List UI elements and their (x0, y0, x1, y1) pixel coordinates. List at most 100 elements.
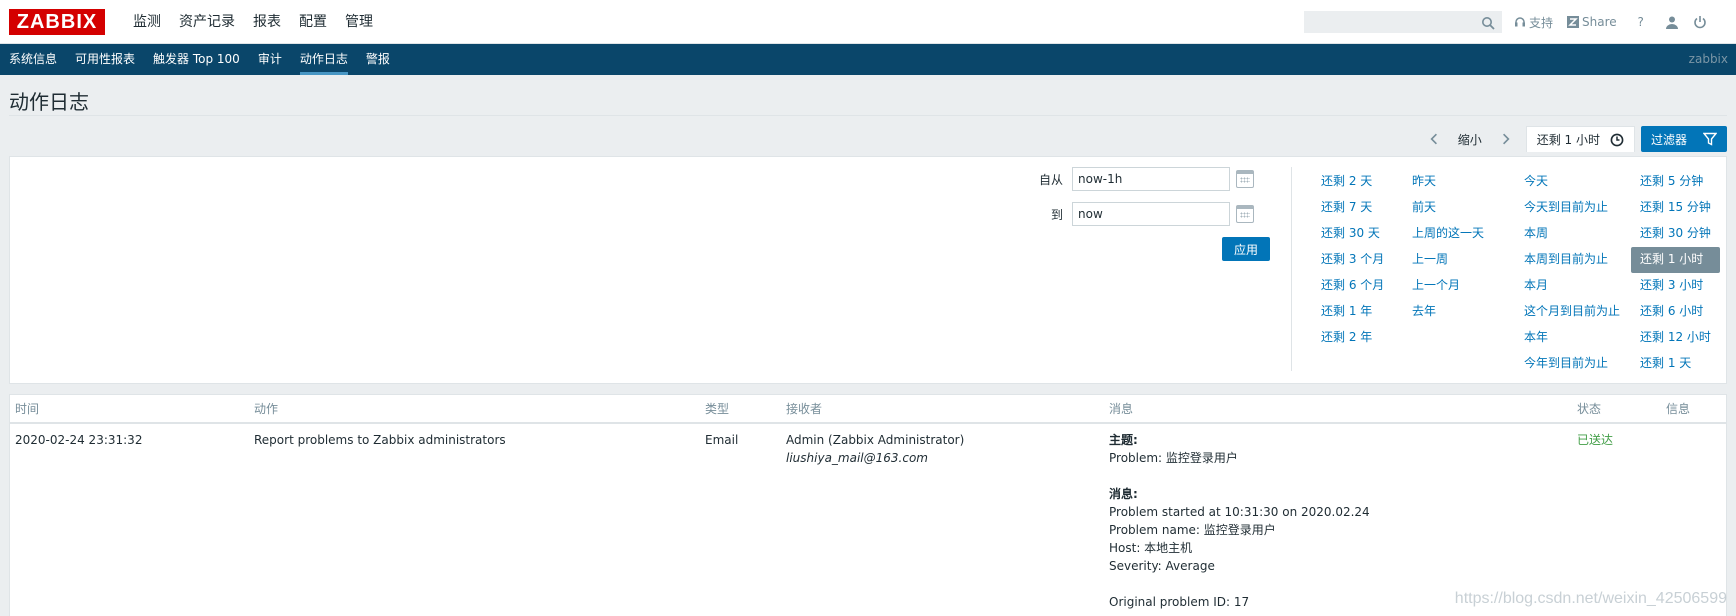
column-header-message: 消息 (1109, 402, 1134, 416)
filter-divider (1291, 167, 1292, 371)
quick-range-link[interactable]: 这个月到目前为止 (1515, 299, 1629, 325)
share-label: Share (1582, 15, 1617, 29)
quick-range-column-2: 昨天 前天 上周的这一天 上一周 上一个月 去年 (1403, 169, 1493, 325)
quick-range-link[interactable]: 还剩 3 个月 (1312, 247, 1393, 273)
search-icon[interactable] (1481, 16, 1495, 30)
zabbix-logo[interactable]: ZABBIX (9, 9, 105, 35)
quick-range-link[interactable]: 上一个月 (1403, 273, 1493, 299)
status-badge: 已送达 (1577, 433, 1614, 447)
quick-range-link[interactable]: 上一周 (1403, 247, 1493, 273)
column-header-action: 动作 (254, 402, 279, 416)
cell-type: Email (705, 433, 739, 447)
time-control: 缩小 还剩 1 小时 过滤器 (1420, 126, 1727, 152)
time-filter-panel: 自从 到 应用 还剩 2 天 还剩 7 天 还剩 30 天 还剩 3 个月 还剩… (9, 156, 1727, 384)
submenu-action-log[interactable]: 动作日志 (291, 44, 357, 75)
message-line: Problem started at 10:31:30 on 2020.02.2… (1109, 505, 1370, 519)
submenu-audit[interactable]: 审计 (249, 44, 291, 75)
quick-range-link[interactable]: 本年 (1515, 325, 1629, 351)
message-subject-label: 主题: (1109, 433, 1138, 447)
quick-range-link[interactable]: 还剩 1 年 (1312, 299, 1393, 325)
zoom-out-button[interactable]: 缩小 (1448, 126, 1492, 152)
submenu-system-info[interactable]: 系统信息 (0, 44, 66, 75)
time-back-button[interactable] (1420, 126, 1448, 152)
quick-range-link[interactable]: 还剩 6 小时 (1631, 299, 1720, 325)
quick-range-link[interactable]: 还剩 2 天 (1312, 169, 1393, 195)
sub-menu: 系统信息 可用性报表 触发器 Top 100 审计 动作日志 警报 (0, 44, 399, 75)
time-period-label: 还剩 1 小时 (1536, 133, 1600, 147)
from-row: 自从 (1023, 167, 1254, 191)
submenu-notifications[interactable]: 警报 (357, 44, 399, 75)
quick-range-link[interactable]: 还剩 30 天 (1312, 221, 1393, 247)
title-divider (9, 115, 1727, 116)
column-header-status: 状态 (1577, 402, 1602, 416)
support-link[interactable]: 支持 (1514, 14, 1553, 31)
help-button[interactable]: ? (1631, 15, 1651, 29)
quick-range-link[interactable]: 本月 (1515, 273, 1629, 299)
clock-icon (1610, 133, 1624, 146)
headset-icon (1515, 17, 1525, 27)
from-label: 自从 (1038, 172, 1063, 187)
cell-time: 2020-02-24 23:31:32 (15, 433, 143, 447)
table-header: 时间 动作 类型 接收者 消息 状态 信息 (10, 395, 1726, 424)
quick-range-link[interactable]: 还剩 3 小时 (1631, 273, 1720, 299)
top-header: ZABBIX 监测 资产记录 报表 配置 管理 支持 Share ? (0, 0, 1736, 44)
message-line: Host: 本地主机 (1109, 541, 1193, 555)
quick-range-link[interactable]: 还剩 1 天 (1631, 351, 1720, 377)
quick-range-link[interactable]: 昨天 (1403, 169, 1493, 195)
quick-range-link[interactable]: 本周 (1515, 221, 1629, 247)
quick-range-link[interactable]: 今天 (1515, 169, 1629, 195)
quick-range-link-selected[interactable]: 还剩 1 小时 (1631, 247, 1720, 273)
menu-inventory[interactable]: 资产记录 (170, 0, 244, 44)
quick-range-column-1: 还剩 2 天 还剩 7 天 还剩 30 天 还剩 3 个月 还剩 6 个月 还剩… (1312, 169, 1393, 351)
quick-range-link[interactable]: 前天 (1403, 195, 1493, 221)
column-header-info: 信息 (1666, 402, 1691, 416)
time-period-tab[interactable]: 还剩 1 小时 (1525, 126, 1635, 152)
menu-monitoring[interactable]: 监测 (124, 0, 170, 44)
column-header-time: 时间 (15, 402, 40, 416)
quick-range-link[interactable]: 还剩 2 年 (1312, 325, 1393, 351)
quick-range-link[interactable]: 今天到目前为止 (1515, 195, 1629, 221)
message-line: Problem name: 监控登录用户 (1109, 523, 1276, 537)
quick-range-link[interactable]: 去年 (1403, 299, 1493, 325)
quick-range-link[interactable]: 还剩 30 分钟 (1631, 221, 1720, 247)
user-profile-button[interactable] (1665, 15, 1679, 29)
submenu-availability-report[interactable]: 可用性报表 (66, 44, 144, 75)
menu-administration[interactable]: 管理 (336, 0, 382, 44)
menu-configuration[interactable]: 配置 (290, 0, 336, 44)
quick-range-link[interactable]: 还剩 6 个月 (1312, 273, 1393, 299)
to-label: 到 (1050, 207, 1063, 222)
watermark: https://blog.csdn.net/weixin_42506599 (1454, 590, 1727, 607)
action-log-table: 时间 动作 类型 接收者 消息 状态 信息 2020-02-24 23:31:3… (9, 394, 1727, 616)
from-input[interactable] (1072, 167, 1230, 191)
quick-range-link[interactable]: 上周的这一天 (1403, 221, 1493, 247)
quick-range-column-4: 还剩 5 分钟 还剩 15 分钟 还剩 30 分钟 还剩 1 小时 还剩 3 小… (1631, 169, 1720, 377)
calendar-icon[interactable] (1236, 205, 1254, 223)
share-link[interactable]: Share (1567, 15, 1617, 29)
filter-tab-label: 过滤器 (1650, 132, 1687, 147)
quick-range-link[interactable]: 今年到目前为止 (1515, 351, 1629, 377)
time-forward-button[interactable] (1492, 126, 1520, 152)
quick-range-link[interactable]: 还剩 7 天 (1312, 195, 1393, 221)
message-line: Severity: Average (1109, 559, 1215, 573)
submenu-triggers-top100[interactable]: 触发器 Top 100 (144, 44, 249, 75)
cell-recipient-name: Admin (Zabbix Administrator) (786, 433, 965, 447)
quick-range-link[interactable]: 还剩 5 分钟 (1631, 169, 1720, 195)
calendar-icon[interactable] (1236, 170, 1254, 188)
help-icon: ? (1637, 15, 1644, 29)
chevron-left-icon (1430, 133, 1437, 145)
power-icon (1693, 16, 1706, 29)
to-input[interactable] (1072, 202, 1230, 226)
cell-message: 主题: Problem: 监控登录用户 消息: Problem started … (1109, 431, 1529, 611)
quick-range-link[interactable]: 还剩 15 分钟 (1631, 195, 1720, 221)
menu-reports[interactable]: 报表 (244, 0, 290, 44)
apply-button[interactable]: 应用 (1222, 237, 1270, 261)
search-input[interactable] (1304, 11, 1502, 33)
filter-tab[interactable]: 过滤器 (1640, 126, 1727, 152)
quick-range-column-3: 今天 今天到目前为止 本周 本周到目前为止 本月 这个月到目前为止 本年 今年到… (1515, 169, 1629, 377)
chevron-right-icon (1502, 133, 1510, 145)
quick-range-link[interactable]: 还剩 12 小时 (1631, 325, 1720, 351)
signout-button[interactable] (1693, 15, 1707, 29)
quick-range-link[interactable]: 本周到目前为止 (1515, 247, 1629, 273)
message-subject: Problem: 监控登录用户 (1109, 451, 1238, 465)
